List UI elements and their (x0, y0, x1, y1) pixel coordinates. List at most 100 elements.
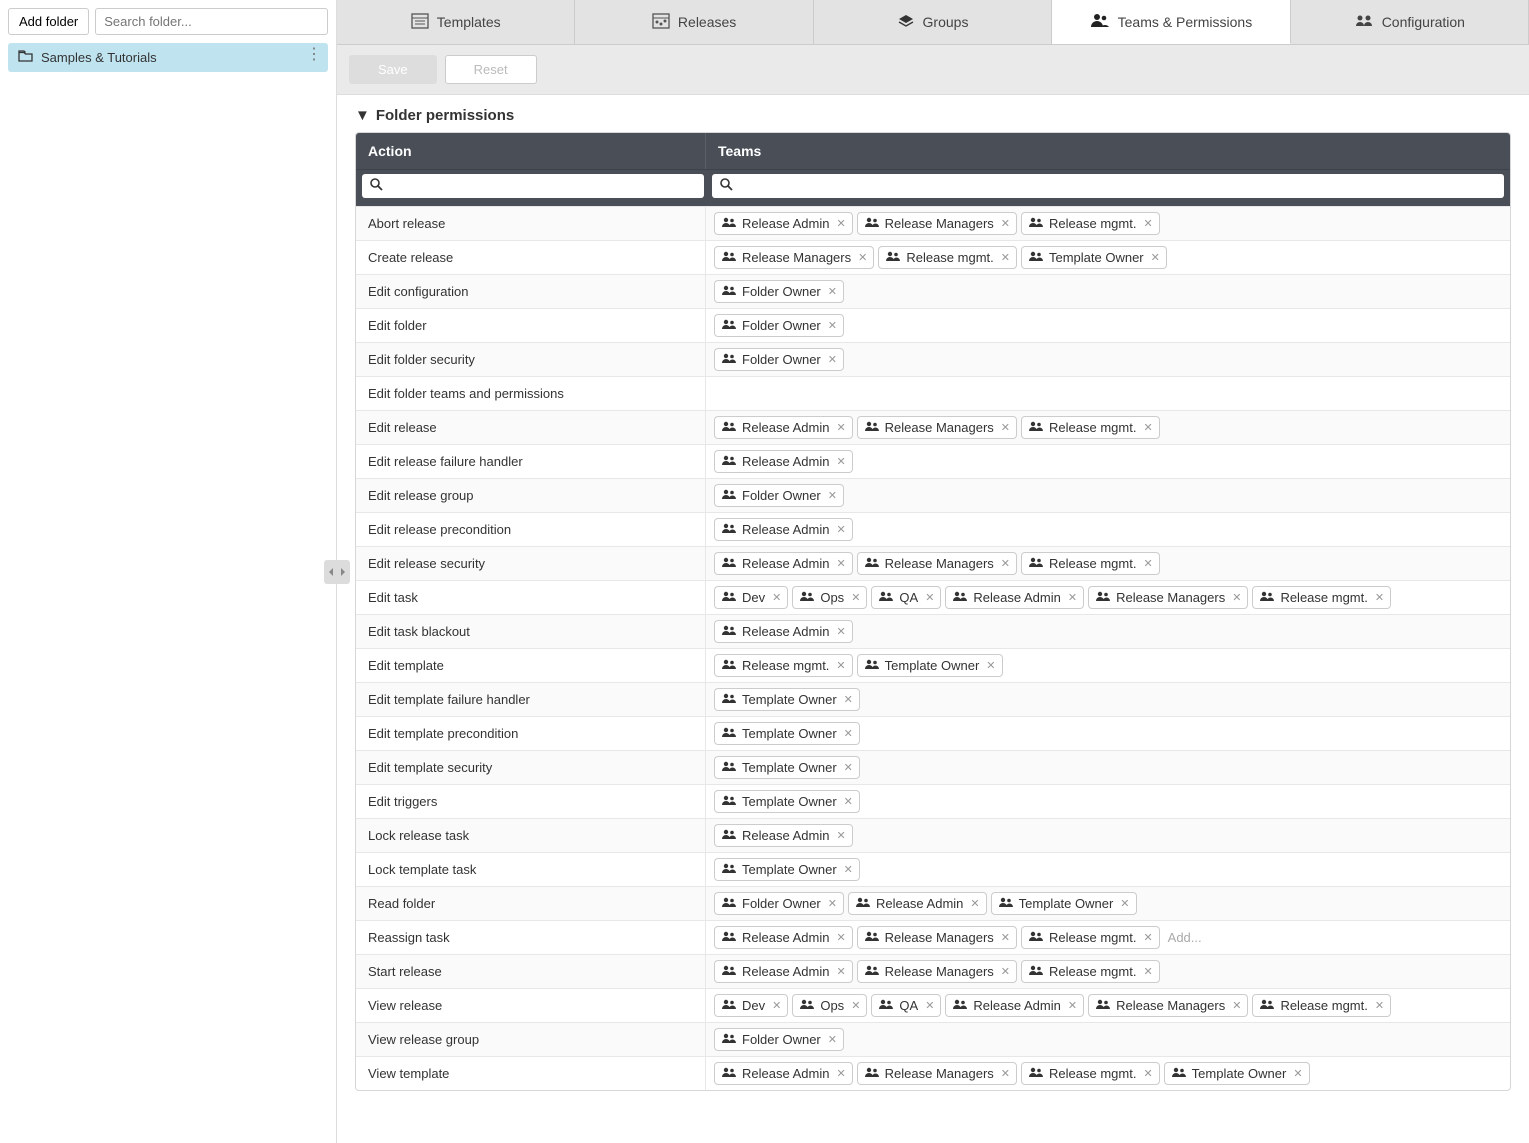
team-chip[interactable]: Template Owner✕ (714, 790, 860, 813)
teams-cell[interactable]: Release Admin✕Release Managers✕Release m… (706, 1057, 1510, 1090)
team-chip[interactable]: Template Owner✕ (991, 892, 1137, 915)
team-chip[interactable]: Release Admin✕ (714, 212, 853, 235)
filter-teams-wrap[interactable] (712, 174, 1504, 198)
team-chip[interactable]: Release Managers✕ (1088, 586, 1248, 609)
remove-chip-icon[interactable]: ✕ (851, 591, 860, 604)
team-chip[interactable]: Release mgmt.✕ (1021, 552, 1160, 575)
remove-chip-icon[interactable]: ✕ (828, 897, 837, 910)
teams-cell[interactable]: Template Owner✕ (706, 785, 1510, 818)
teams-cell[interactable]: Folder Owner✕ (706, 479, 1510, 512)
team-chip[interactable]: Release Managers✕ (857, 552, 1017, 575)
team-chip[interactable]: Release Admin✕ (848, 892, 987, 915)
team-chip[interactable]: Folder Owner✕ (714, 348, 844, 371)
remove-chip-icon[interactable]: ✕ (844, 761, 853, 774)
remove-chip-icon[interactable]: ✕ (1143, 1067, 1152, 1080)
team-chip[interactable]: Release Managers✕ (857, 960, 1017, 983)
remove-chip-icon[interactable]: ✕ (844, 693, 853, 706)
team-chip[interactable]: Release Managers✕ (857, 212, 1017, 235)
remove-chip-icon[interactable]: ✕ (970, 897, 979, 910)
teams-cell[interactable]: Dev✕Ops✕QA✕Release Admin✕Release Manager… (706, 581, 1510, 614)
remove-chip-icon[interactable]: ✕ (851, 999, 860, 1012)
tab-groups[interactable]: Groups (814, 0, 1052, 44)
remove-chip-icon[interactable]: ✕ (986, 659, 995, 672)
remove-chip-icon[interactable]: ✕ (1001, 1067, 1010, 1080)
remove-chip-icon[interactable]: ✕ (772, 999, 781, 1012)
team-chip[interactable]: Release Admin✕ (714, 960, 853, 983)
tab-releases[interactable]: Releases (575, 0, 813, 44)
filter-teams-input[interactable] (733, 179, 1496, 194)
section-header[interactable]: ▼ Folder permissions (355, 107, 1511, 124)
remove-chip-icon[interactable]: ✕ (836, 829, 845, 842)
team-chip[interactable]: Template Owner✕ (714, 688, 860, 711)
team-chip[interactable]: Release mgmt.✕ (1252, 586, 1391, 609)
teams-cell[interactable]: Folder Owner✕Release Admin✕Template Owne… (706, 887, 1510, 920)
team-chip[interactable]: Folder Owner✕ (714, 1028, 844, 1051)
teams-cell[interactable]: Release Admin✕Release Managers✕Release m… (706, 547, 1510, 580)
remove-chip-icon[interactable]: ✕ (828, 489, 837, 502)
team-chip[interactable]: QA✕ (871, 586, 941, 609)
remove-chip-icon[interactable]: ✕ (1120, 897, 1129, 910)
teams-cell[interactable]: Release Admin✕Release Managers✕Release m… (706, 921, 1510, 954)
remove-chip-icon[interactable]: ✕ (1151, 251, 1160, 264)
remove-chip-icon[interactable]: ✕ (836, 659, 845, 672)
teams-cell[interactable]: Folder Owner✕ (706, 1023, 1510, 1056)
team-chip[interactable]: Release Managers✕ (857, 416, 1017, 439)
teams-cell[interactable]: Folder Owner✕ (706, 343, 1510, 376)
remove-chip-icon[interactable]: ✕ (1001, 217, 1010, 230)
remove-chip-icon[interactable]: ✕ (1001, 251, 1010, 264)
teams-cell[interactable]: Folder Owner✕ (706, 309, 1510, 342)
teams-cell[interactable]: Release Admin✕ (706, 615, 1510, 648)
team-chip[interactable]: Dev✕ (714, 586, 788, 609)
remove-chip-icon[interactable]: ✕ (836, 557, 845, 570)
remove-chip-icon[interactable]: ✕ (836, 217, 845, 230)
save-button[interactable]: Save (349, 55, 437, 84)
teams-cell[interactable]: Template Owner✕ (706, 751, 1510, 784)
team-chip[interactable]: Release Admin✕ (714, 416, 853, 439)
remove-chip-icon[interactable]: ✕ (828, 285, 837, 298)
remove-chip-icon[interactable]: ✕ (1143, 965, 1152, 978)
teams-cell[interactable]: Release Admin✕Release Managers✕Release m… (706, 955, 1510, 988)
team-chip[interactable]: Dev✕ (714, 994, 788, 1017)
teams-cell[interactable]: Release Admin✕ (706, 819, 1510, 852)
team-chip[interactable]: Release Admin✕ (714, 620, 853, 643)
teams-cell[interactable]: Release mgmt.✕Template Owner✕ (706, 649, 1510, 682)
remove-chip-icon[interactable]: ✕ (925, 999, 934, 1012)
remove-chip-icon[interactable]: ✕ (1375, 999, 1384, 1012)
remove-chip-icon[interactable]: ✕ (828, 353, 837, 366)
remove-chip-icon[interactable]: ✕ (1001, 557, 1010, 570)
team-chip[interactable]: Ops✕ (792, 994, 867, 1017)
team-chip[interactable]: Release mgmt.✕ (1021, 1062, 1160, 1085)
tab-configuration[interactable]: Configuration (1291, 0, 1529, 44)
team-chip[interactable]: Release Admin✕ (714, 552, 853, 575)
remove-chip-icon[interactable]: ✕ (772, 591, 781, 604)
team-chip[interactable]: Release Admin✕ (945, 994, 1084, 1017)
folder-item-samples[interactable]: Samples & Tutorials ⋮ (8, 43, 328, 72)
team-chip[interactable]: Release mgmt.✕ (1021, 416, 1160, 439)
team-chip[interactable]: Release Admin✕ (714, 926, 853, 949)
remove-chip-icon[interactable]: ✕ (844, 727, 853, 740)
teams-cell[interactable]: Release Admin✕ (706, 513, 1510, 546)
team-chip[interactable]: Release Admin✕ (714, 450, 853, 473)
team-chip[interactable]: Folder Owner✕ (714, 892, 844, 915)
remove-chip-icon[interactable]: ✕ (836, 965, 845, 978)
remove-chip-icon[interactable]: ✕ (1232, 999, 1241, 1012)
remove-chip-icon[interactable]: ✕ (836, 523, 845, 536)
team-chip[interactable]: Release mgmt.✕ (1021, 960, 1160, 983)
remove-chip-icon[interactable]: ✕ (1143, 421, 1152, 434)
teams-cell[interactable]: Template Owner✕ (706, 853, 1510, 886)
add-team-placeholder[interactable]: Add... (1164, 930, 1202, 945)
remove-chip-icon[interactable]: ✕ (1068, 999, 1077, 1012)
remove-chip-icon[interactable]: ✕ (858, 251, 867, 264)
team-chip[interactable]: Template Owner✕ (857, 654, 1003, 677)
remove-chip-icon[interactable]: ✕ (836, 1067, 845, 1080)
filter-action-wrap[interactable] (362, 174, 704, 198)
teams-cell[interactable]: Release Admin✕Release Managers✕Release m… (706, 411, 1510, 444)
teams-cell[interactable] (706, 377, 1510, 410)
remove-chip-icon[interactable]: ✕ (1001, 931, 1010, 944)
team-chip[interactable]: Release mgmt.✕ (714, 654, 853, 677)
team-chip[interactable]: Release Managers✕ (1088, 994, 1248, 1017)
remove-chip-icon[interactable]: ✕ (836, 455, 845, 468)
team-chip[interactable]: Template Owner✕ (1164, 1062, 1310, 1085)
remove-chip-icon[interactable]: ✕ (836, 625, 845, 638)
remove-chip-icon[interactable]: ✕ (1232, 591, 1241, 604)
